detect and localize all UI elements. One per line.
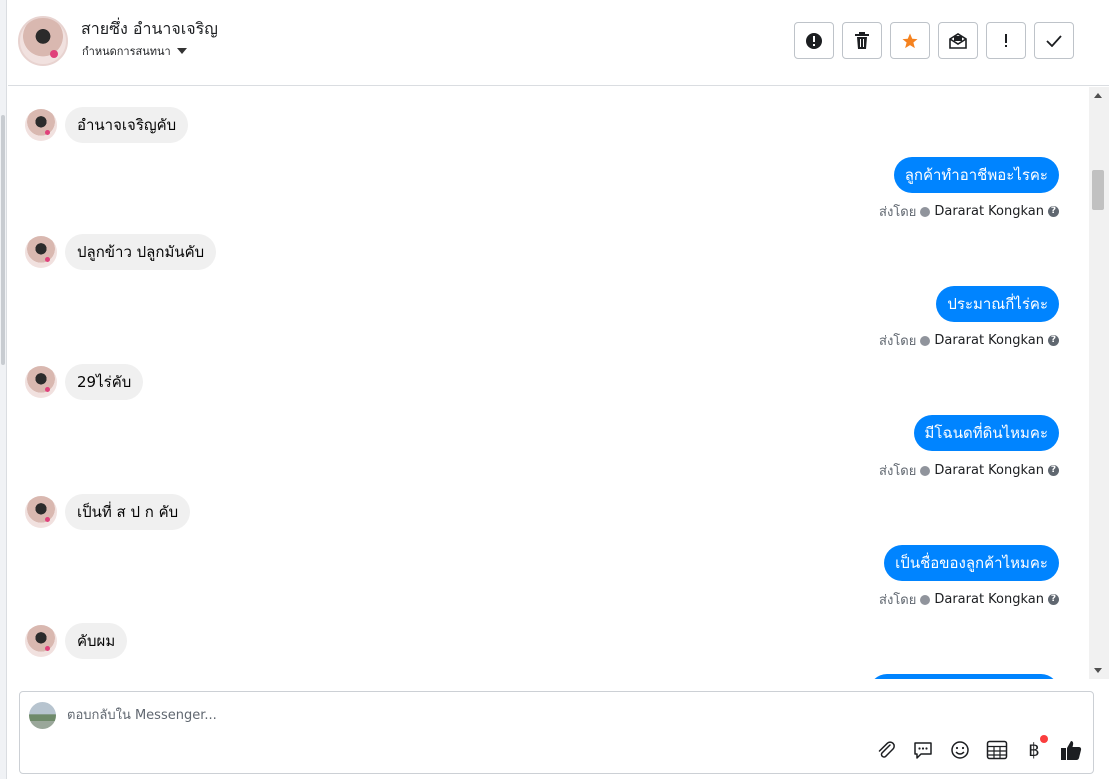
outgoing-message: ประมาณกี่ไร่คะ xyxy=(936,286,1059,322)
appointment-button[interactable] xyxy=(985,738,1009,762)
exclamation-icon xyxy=(1005,33,1007,47)
trash-icon xyxy=(855,32,869,49)
sent-by-label: ส่งโดย xyxy=(879,205,917,220)
help-icon[interactable]: ? xyxy=(1048,465,1059,476)
outgoing-bubble[interactable]: เป็นชื่อของลูกค้าไหมคะ xyxy=(884,545,1059,581)
page-avatar xyxy=(29,702,56,729)
emoji-icon xyxy=(951,741,969,759)
incoming-message: 29ไร่คับ xyxy=(25,364,144,400)
sender-name[interactable]: Dararat Kongkan xyxy=(934,463,1044,478)
mark-unread-button[interactable] xyxy=(938,22,978,59)
conversation-schedule-label: กำหนดการสนทนา xyxy=(82,45,171,58)
help-icon[interactable]: ? xyxy=(1048,335,1059,346)
sent-by-label: ส่งโดย xyxy=(879,593,917,608)
like-button[interactable] xyxy=(1059,738,1083,762)
attach-button[interactable] xyxy=(874,738,898,762)
caret-down-icon xyxy=(176,48,187,54)
spam-button[interactable] xyxy=(794,22,834,59)
contact-name[interactable]: สายซึ่ง อำนาจเจริญ xyxy=(81,17,218,42)
payment-button[interactable]: ฿ xyxy=(1022,735,1048,762)
left-scroll-thumb[interactable] xyxy=(1,115,5,365)
left-panel-scrollbar[interactable] xyxy=(0,0,7,779)
sender-name[interactable]: Dararat Kongkan xyxy=(934,204,1044,219)
conversation-schedule-dropdown[interactable]: กำหนดการสนทนา xyxy=(82,42,187,60)
contact-avatar-small[interactable] xyxy=(25,236,57,268)
contact-avatar-small[interactable] xyxy=(25,366,57,398)
verified-icon xyxy=(920,594,931,605)
scroll-thumb[interactable] xyxy=(1092,170,1104,210)
outgoing-message: ลูกค้าทำอาชีพอะไรคะ xyxy=(893,157,1059,193)
outgoing-message: มีโฉนดที่ดินไหมคะ xyxy=(913,415,1059,451)
verified-icon xyxy=(920,465,931,476)
contact-avatar-small[interactable] xyxy=(25,625,57,657)
sent-by-line: ส่งโดย Dararat Kongkan ? xyxy=(879,201,1059,222)
saved-reply-icon xyxy=(914,742,932,759)
sent-by-label: ส่งโดย xyxy=(879,334,917,349)
incoming-bubble[interactable]: ปลูกข้าว ปลูกมันคับ xyxy=(65,234,217,270)
scroll-up-arrow[interactable] xyxy=(1094,93,1102,98)
envelope-icon xyxy=(949,32,967,49)
alert-circle-icon xyxy=(806,32,822,49)
sender-name[interactable]: Dararat Kongkan xyxy=(934,333,1044,348)
follow-up-button[interactable] xyxy=(986,22,1026,59)
star-button[interactable] xyxy=(890,22,930,59)
verified-icon xyxy=(920,335,931,346)
thread-scrollbar[interactable] xyxy=(1089,87,1109,679)
delete-button[interactable] xyxy=(842,22,882,59)
like-icon xyxy=(1061,741,1082,760)
scroll-down-arrow[interactable] xyxy=(1094,668,1102,673)
reply-input[interactable] xyxy=(67,704,967,726)
incoming-bubble[interactable]: อำนาจเจริญคับ xyxy=(65,107,189,143)
outgoing-bubble[interactable]: มีโฉนดที่ดินไหมคะ xyxy=(913,415,1059,451)
contact-avatar-small[interactable] xyxy=(25,496,57,528)
payment-icon: ฿ xyxy=(1028,739,1040,761)
composer-tools: ฿ xyxy=(874,735,1083,762)
contact-avatar[interactable] xyxy=(18,16,68,66)
sender-name[interactable]: Dararat Kongkan xyxy=(934,592,1044,607)
incoming-message: ปลูกข้าว ปลูกมันคับ xyxy=(25,234,217,270)
incoming-bubble[interactable]: 29ไร่คับ xyxy=(65,364,144,400)
done-button[interactable] xyxy=(1034,22,1074,59)
attach-icon xyxy=(878,741,895,758)
help-icon[interactable]: ? xyxy=(1048,594,1059,605)
sent-by-label: ส่งโดย xyxy=(879,464,917,479)
inbox-conversation-view: สายซึ่ง อำนาจเจริญ กำหนดการสนทนา อำนาจเจ… xyxy=(0,0,1109,779)
outgoing-bubble[interactable]: ประมาณกี่ไร่คะ xyxy=(936,286,1059,322)
message-thread[interactable]: อำนาจเจริญคับ ลูกค้าทำอาชีพอะไรคะ ส่งโดย… xyxy=(8,87,1088,679)
incoming-bubble[interactable]: เป็นที่ ส ป ก คับ xyxy=(65,494,191,530)
conversation-toolbar xyxy=(794,22,1074,59)
contact-avatar-small[interactable] xyxy=(25,109,57,141)
notification-dot xyxy=(1040,735,1048,743)
incoming-message: คับผม xyxy=(25,623,128,659)
incoming-message: เป็นที่ ส ป ก คับ xyxy=(25,494,191,530)
emoji-button[interactable] xyxy=(948,738,972,762)
outgoing-bubble[interactable]: ลูกค้าทำอาชีพอะไรคะ xyxy=(893,157,1059,193)
conversation-header: สายซึ่ง อำนาจเจริญ กำหนดการสนทนา xyxy=(8,0,1109,86)
outgoing-bubble-partial[interactable] xyxy=(869,674,1059,679)
checkmark-icon xyxy=(1046,34,1062,47)
sent-by-line: ส่งโดย Dararat Kongkan ? xyxy=(879,460,1059,481)
incoming-bubble[interactable]: คับผม xyxy=(65,623,128,659)
help-icon[interactable]: ? xyxy=(1048,206,1059,217)
star-icon xyxy=(902,33,918,48)
reply-composer: ฿ xyxy=(19,691,1094,774)
sent-by-line: ส่งโดย Dararat Kongkan ? xyxy=(879,330,1059,351)
verified-icon xyxy=(920,206,931,217)
sent-by-line: ส่งโดย Dararat Kongkan ? xyxy=(879,589,1059,610)
saved-reply-button[interactable] xyxy=(911,738,935,762)
outgoing-message: เป็นชื่อของลูกค้าไหมคะ xyxy=(884,545,1059,581)
appointment-icon xyxy=(986,740,1008,760)
incoming-message: อำนาจเจริญคับ xyxy=(25,107,189,143)
